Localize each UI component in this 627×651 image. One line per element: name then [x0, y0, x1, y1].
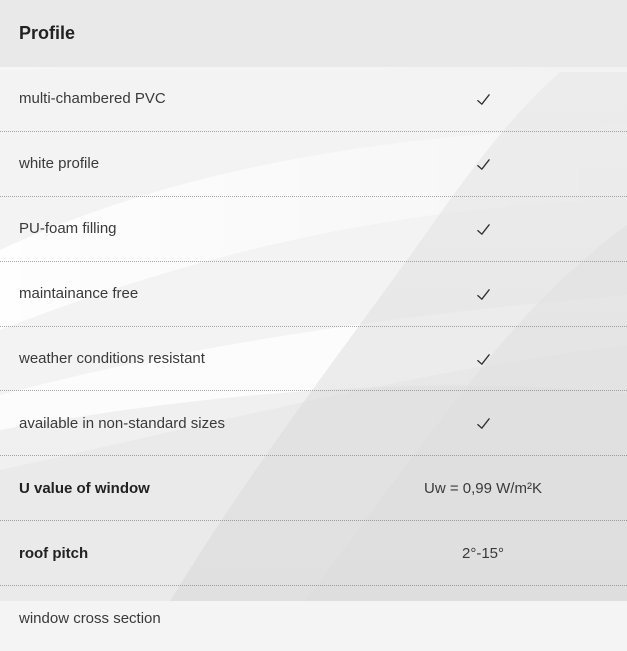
check-icon	[476, 416, 491, 431]
spec-value	[339, 90, 627, 107]
check-icon	[476, 92, 491, 107]
spec-row-window-cross-section: window cross section	[0, 586, 627, 651]
spec-label: white profile	[19, 155, 100, 173]
spec-table: multi-chambered PVC white profile PU-foa…	[0, 67, 627, 651]
spec-label: roof pitch	[19, 544, 89, 562]
spec-label: U value of window	[19, 479, 150, 497]
spec-label: maintainance free	[19, 285, 139, 303]
spec-label: weather conditions resistant	[19, 350, 205, 367]
spec-row-maintainance-free: maintainance free	[0, 262, 627, 327]
spec-value	[339, 285, 627, 302]
spec-value: Uw = 0,99 W/m²K	[424, 479, 542, 497]
spec-row-white-profile: white profile	[0, 132, 627, 197]
spec-row-roof-pitch: roof pitch 2°-15°	[0, 521, 627, 587]
spec-label: available in non-standard sizes	[19, 414, 225, 432]
spec-row-non-standard-sizes: available in non-standard sizes	[0, 391, 627, 457]
spec-row-pu-foam-filling: PU-foam filling	[0, 197, 627, 262]
spec-label: PU-foam filling	[19, 220, 117, 238]
check-icon	[476, 287, 491, 302]
spec-value	[339, 350, 627, 367]
spec-value	[339, 220, 627, 237]
section-title: Profile	[19, 23, 76, 43]
check-icon	[476, 222, 491, 237]
spec-value	[339, 415, 627, 432]
spec-label: window cross section	[19, 610, 161, 628]
spec-value	[339, 155, 627, 172]
spec-sheet: Profile multi-chambered PVC white profil…	[0, 0, 627, 627]
spec-value: 2°-15°	[461, 544, 505, 562]
section-header: Profile	[0, 0, 627, 67]
check-icon	[476, 352, 491, 367]
check-icon	[476, 157, 491, 172]
spec-label: multi-chambered PVC	[19, 90, 166, 108]
spec-row-weather-resistant: weather conditions resistant	[0, 327, 627, 392]
spec-row-u-value: U value of window Uw = 0,99 W/m²K	[0, 456, 627, 522]
spec-row-multi-chambered-pvc: multi-chambered PVC	[0, 67, 627, 132]
